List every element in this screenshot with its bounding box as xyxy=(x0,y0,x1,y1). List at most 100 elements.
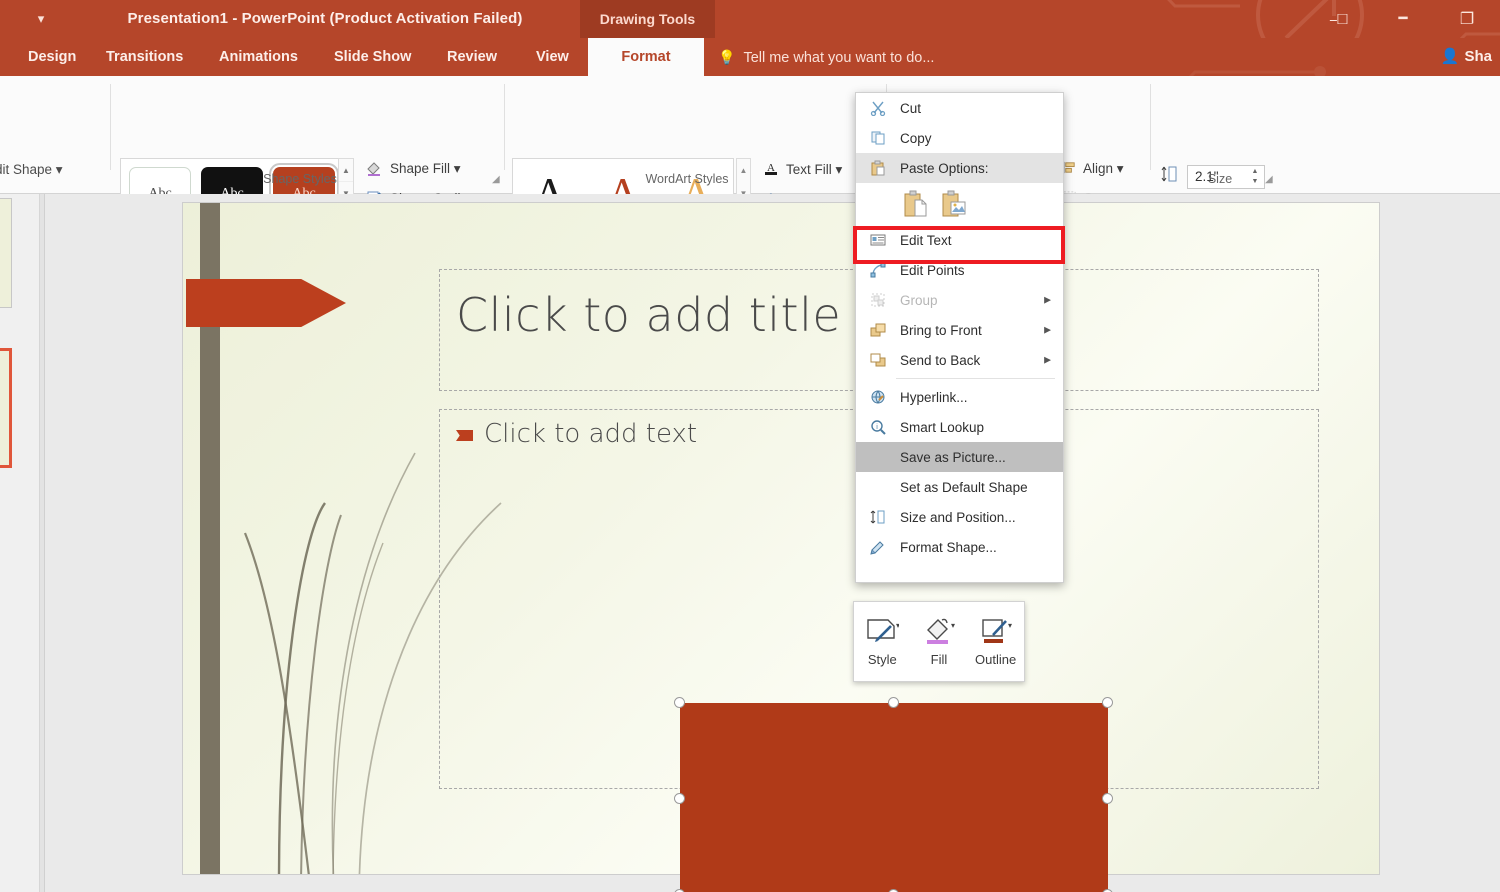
powerpoint-window: ▾ Presentation1 - PowerPoint (Product Ac… xyxy=(0,0,1500,892)
window-controls: ⎯☐ ━ ❐ xyxy=(1328,8,1478,30)
window-title: Presentation1 - PowerPoint (Product Acti… xyxy=(127,10,523,27)
menu-item-copy[interactable]: Copy xyxy=(856,123,1063,153)
menu-item-hyperlink[interactable]: Hyperlink... xyxy=(856,382,1063,412)
lightbulb-icon: 💡 xyxy=(718,49,736,65)
mini-toolbar-style-label: Style xyxy=(867,652,897,667)
share-button[interactable]: 👤 Sha xyxy=(1441,38,1492,76)
paste-picture-button[interactable] xyxy=(940,188,968,220)
tabrow-decoration xyxy=(1188,66,1326,76)
size-position-icon xyxy=(868,507,888,527)
menu-item-smart-lookup[interactable]: i Smart Lookup xyxy=(856,412,1063,442)
ribbon-display-options-button[interactable]: ⎯☐ xyxy=(1328,8,1350,30)
menu-item-save-as-picture[interactable]: Save as Picture... xyxy=(856,442,1063,472)
menu-item-save-as-picture-label: Save as Picture... xyxy=(900,449,1006,465)
tab-review[interactable]: Review xyxy=(437,38,507,76)
menu-item-edit-text-label: Edit Text xyxy=(900,232,952,248)
svg-text:▾: ▾ xyxy=(951,621,955,630)
menu-item-format-shape[interactable]: Format Shape... xyxy=(856,532,1063,562)
menu-item-hyperlink-label: Hyperlink... xyxy=(900,389,968,405)
group-icon xyxy=(868,290,888,310)
tab-animations[interactable]: Animations xyxy=(209,38,308,76)
size-dialog-launcher[interactable]: ◢ xyxy=(1265,174,1273,185)
submenu-arrow-icon: ▶ xyxy=(1044,324,1051,335)
title-placeholder-text: Click to add title xyxy=(456,288,842,342)
ribbon-tab-row: Design Transitions Animations Slide Show… xyxy=(0,38,1500,76)
tab-format[interactable]: Format xyxy=(588,38,704,76)
resize-handle-middle-left[interactable] xyxy=(674,793,685,804)
menu-item-size-and-position-label: Size and Position... xyxy=(900,509,1016,525)
menu-item-set-as-default-shape[interactable]: Set as Default Shape xyxy=(856,472,1063,502)
tab-transitions[interactable]: Transitions xyxy=(96,38,193,76)
shape-styles-group-label: Shape Styles xyxy=(263,172,337,186)
minimize-button[interactable]: ━ xyxy=(1392,8,1414,30)
resize-handle-top-right[interactable] xyxy=(1102,697,1113,708)
menu-item-edit-points[interactable]: Edit Points xyxy=(856,255,1063,285)
bring-front-icon xyxy=(868,320,888,340)
resize-handle-top-left[interactable] xyxy=(674,697,685,708)
wordart-styles-group-label: WordArt Styles xyxy=(645,172,729,186)
menu-item-edit-text[interactable]: Edit Text xyxy=(856,225,1063,255)
tell-me-search[interactable]: 💡 Tell me what you want to do... xyxy=(718,38,934,76)
menu-item-group-label: Group xyxy=(900,292,938,308)
mini-toolbar-outline-label: Outline xyxy=(975,652,1017,667)
menu-item-size-and-position[interactable]: Size and Position... xyxy=(856,502,1063,532)
person-add-icon: 👤 xyxy=(1440,48,1460,65)
tab-design[interactable]: Design xyxy=(18,38,86,76)
context-menu[interactable]: Cut Copy Paste Options: Edit Text Edit P… xyxy=(855,92,1064,583)
menu-item-send-to-back-label: Send to Back xyxy=(900,352,981,368)
edit-shape-button[interactable]: dit Shape ▾ xyxy=(0,162,63,178)
fill-bucket-icon: ▾ xyxy=(912,611,966,651)
menu-item-group: Group ▶ xyxy=(856,285,1063,315)
slide-thumbnail-pane[interactable] xyxy=(0,194,40,892)
hyperlink-icon xyxy=(868,387,888,407)
menu-item-bring-to-front[interactable]: Bring to Front ▶ xyxy=(856,315,1063,345)
mini-toolbar[interactable]: ▾ Style ▾ Fill ▾ Outline xyxy=(853,601,1025,682)
menu-item-cut-label: Cut xyxy=(900,100,922,116)
resize-handle-top-center[interactable] xyxy=(888,697,899,708)
svg-text:▾: ▾ xyxy=(896,621,899,630)
menu-item-format-shape-label: Format Shape... xyxy=(900,539,997,555)
shape-styles-dialog-launcher[interactable]: ◢ xyxy=(492,174,500,185)
align-icon xyxy=(1062,160,1077,178)
shape-style-icon: ▾ xyxy=(855,611,909,651)
mini-toolbar-outline[interactable]: ▾ Outline xyxy=(969,611,1023,667)
paste-options-buttons[interactable] xyxy=(856,183,1063,225)
copy-icon xyxy=(868,128,888,148)
selected-rectangle-shape[interactable] xyxy=(680,703,1108,892)
bullet-icon xyxy=(456,430,473,441)
menu-item-send-to-back[interactable]: Send to Back ▶ xyxy=(856,345,1063,375)
slide-thumbnail-2[interactable] xyxy=(0,348,12,468)
send-back-icon xyxy=(868,350,888,370)
outline-pen-icon: ▾ xyxy=(969,611,1023,651)
restore-button[interactable]: ❐ xyxy=(1456,8,1478,30)
menu-item-cut[interactable]: Cut xyxy=(856,93,1063,123)
body-placeholder-text: Click to add text xyxy=(484,419,698,449)
tab-slide-show[interactable]: Slide Show xyxy=(324,38,421,76)
quick-access-toolbar-chevron-icon[interactable]: ▾ xyxy=(30,9,52,29)
menu-item-edit-points-label: Edit Points xyxy=(900,262,965,278)
menu-item-set-as-default-shape-label: Set as Default Shape xyxy=(900,479,1028,495)
paste-icon xyxy=(868,158,888,178)
smart-lookup-icon: i xyxy=(868,417,888,437)
format-shape-icon xyxy=(868,537,888,557)
menu-item-paste-options: Paste Options: xyxy=(856,153,1063,183)
mini-toolbar-style[interactable]: ▾ Style xyxy=(855,611,909,667)
edit-text-icon xyxy=(868,230,888,250)
submenu-arrow-icon: ▶ xyxy=(1044,354,1051,365)
share-label: Sha xyxy=(1464,48,1492,65)
pane-splitter[interactable] xyxy=(40,194,45,892)
edit-points-icon xyxy=(868,260,888,280)
menu-item-bring-to-front-label: Bring to Front xyxy=(900,322,982,338)
paste-keep-source-formatting-button[interactable] xyxy=(902,188,930,220)
resize-handle-middle-right[interactable] xyxy=(1102,793,1113,804)
align-button[interactable]: Align ▾ xyxy=(1062,160,1124,178)
svg-text:▾: ▾ xyxy=(1008,621,1012,630)
tab-view[interactable]: View xyxy=(526,38,579,76)
ribbon: dit Shape ▾ ext Box lerge Shapes ▾ Abc A… xyxy=(0,76,1500,237)
menu-item-smart-lookup-label: Smart Lookup xyxy=(900,419,985,435)
mini-toolbar-fill[interactable]: ▾ Fill xyxy=(912,611,966,667)
scissors-icon xyxy=(868,98,888,118)
mini-toolbar-fill-label: Fill xyxy=(930,652,948,667)
slide-thumbnail-1[interactable] xyxy=(0,198,12,308)
submenu-arrow-icon: ▶ xyxy=(1044,294,1051,305)
